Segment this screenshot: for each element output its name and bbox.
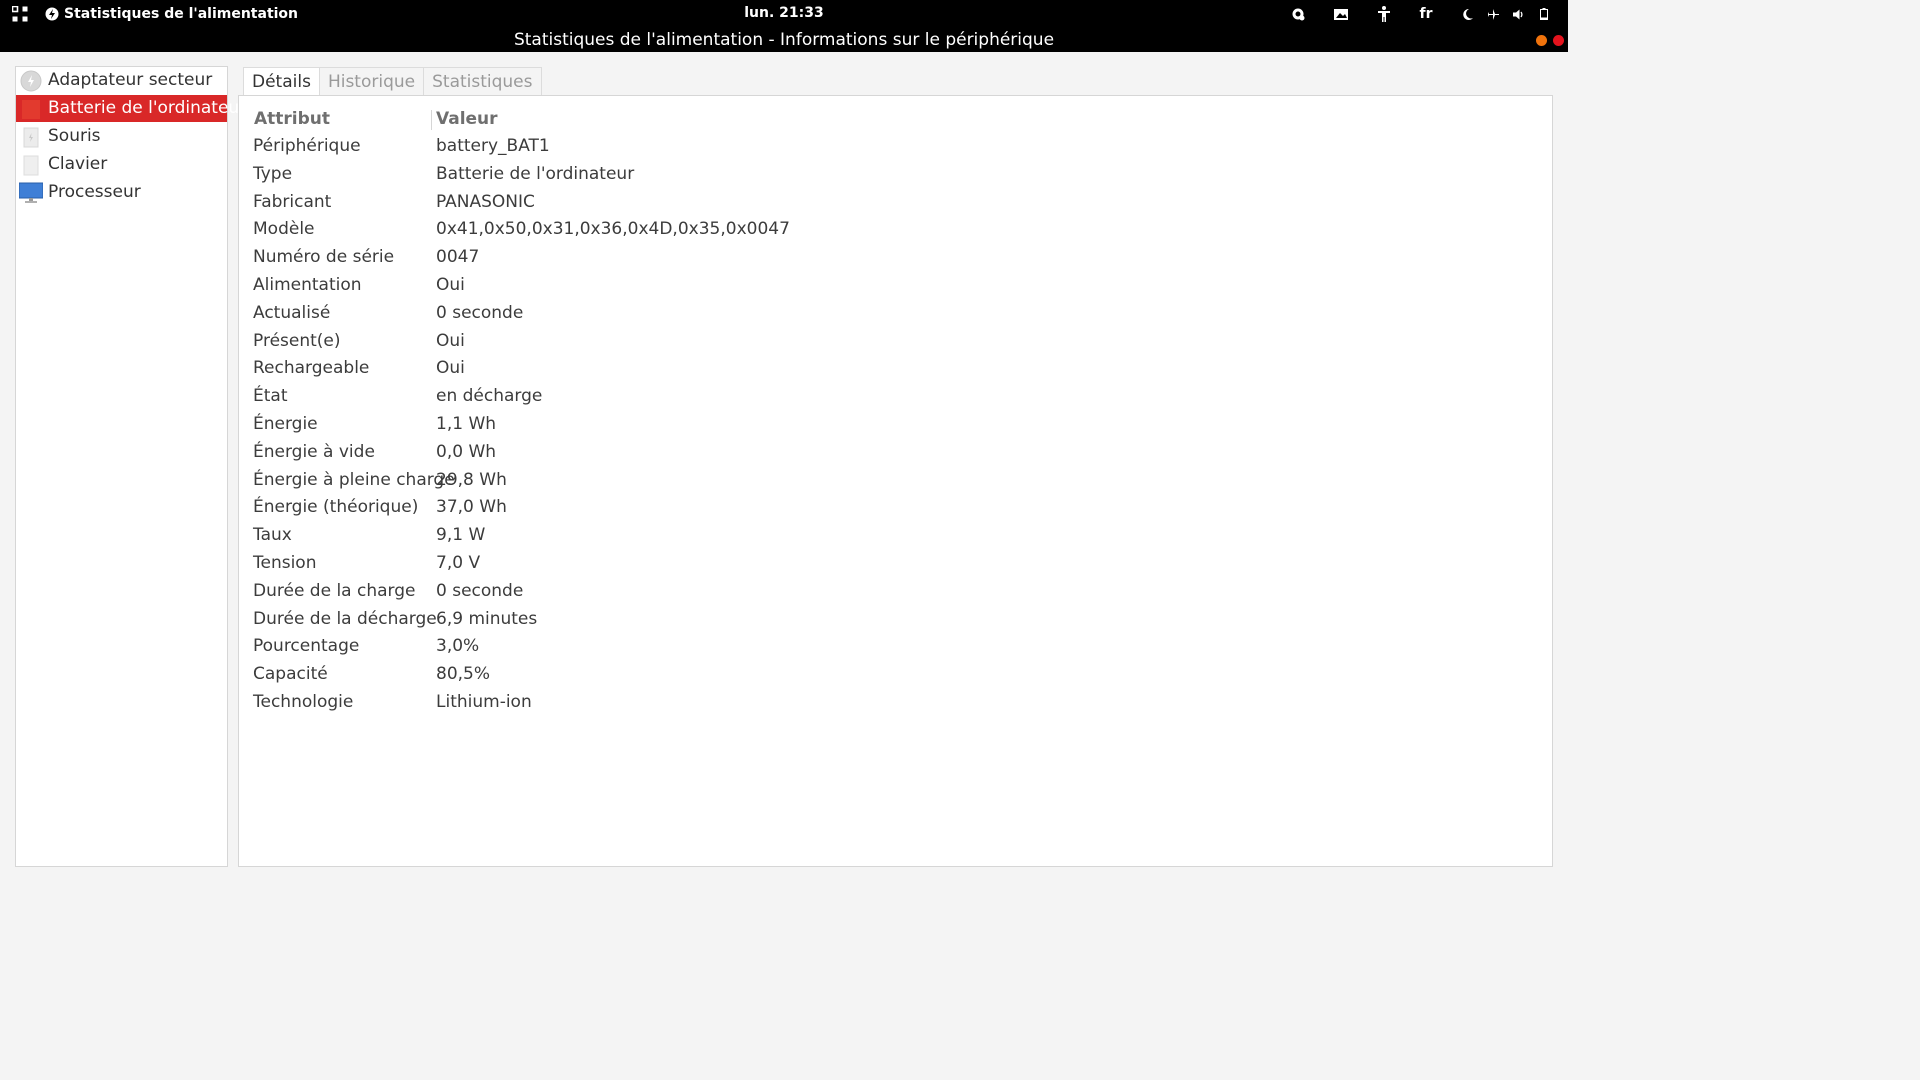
attribute-cell: Présent(e)	[253, 331, 341, 351]
volume-icon[interactable]	[1510, 4, 1528, 24]
value-cell: 6,9 minutes	[436, 609, 538, 629]
battery-icon[interactable]	[1537, 4, 1551, 24]
app-menu-label: Statistiques de l'alimentation	[64, 6, 299, 22]
attribute-cell: Durée de la décharge	[253, 609, 437, 629]
value-cell: 9,1 W	[436, 525, 486, 545]
value-cell: 1,1 Wh	[436, 414, 497, 434]
ac-adapter-icon	[20, 70, 42, 92]
sidebar-item-battery[interactable]: Batterie de l'ordinateur	[16, 95, 246, 122]
processor-monitor-icon	[19, 182, 43, 203]
clock[interactable]: lun. 21:33	[744, 5, 824, 21]
value-cell: Oui	[436, 331, 465, 351]
sidebar-item-label: Souris	[48, 126, 101, 146]
attribute-cell: Rechargeable	[253, 358, 370, 378]
attribute-cell: Capacité	[253, 664, 328, 684]
attribute-cell: Modèle	[253, 219, 315, 239]
sidebar-item-label: Clavier	[48, 154, 108, 174]
sidebar-item-mouse[interactable]: Souris	[16, 123, 227, 150]
window-titlebar[interactable]: Statistiques de l'alimentation - Informa…	[0, 28, 1568, 52]
attribute-cell: Énergie à pleine charge	[253, 470, 455, 490]
tab-history[interactable]: Historique	[318, 67, 425, 95]
sidebar-item-label: Processeur	[48, 182, 141, 202]
value-cell: 0x41,0x50,0x31,0x36,0x4D,0x35,0x0047	[436, 219, 790, 239]
attribute-cell: Taux	[253, 525, 292, 545]
value-cell: 0 seconde	[436, 581, 524, 601]
sidebar-item-label: Adaptateur secteur	[48, 70, 213, 90]
attribute-cell: Alimentation	[253, 275, 362, 295]
sidebar-item-ac-adapter[interactable]: Adaptateur secteur	[16, 67, 227, 94]
settings-icon[interactable]	[1288, 4, 1308, 24]
night-light-icon[interactable]	[1460, 4, 1476, 24]
column-header-value[interactable]: Valeur	[436, 109, 498, 129]
value-cell: 29,8 Wh	[436, 470, 507, 490]
tab-bar: Détails Historique Statistiques	[243, 67, 542, 95]
value-cell: Lithium-ion	[436, 692, 532, 712]
minimize-button[interactable]	[1536, 35, 1547, 46]
value-cell: battery_BAT1	[436, 136, 550, 156]
value-cell: 0,0 Wh	[436, 442, 497, 462]
mouse-battery-icon	[23, 127, 39, 148]
tab-statistics[interactable]: Statistiques	[423, 67, 542, 95]
attribute-cell: Technologie	[253, 692, 354, 712]
window-title: Statistiques de l'alimentation - Informa…	[513, 30, 1055, 50]
airplane-mode-icon[interactable]	[1485, 4, 1501, 24]
power-statistics-icon	[45, 7, 59, 21]
value-cell: PANASONIC	[436, 192, 535, 212]
value-cell: Batterie de l'ordinateur	[436, 164, 635, 184]
screenshot-icon[interactable]	[1331, 4, 1351, 24]
app-menu[interactable]: Statistiques de l'alimentation	[45, 5, 298, 23]
top-panel: Statistiques de l'alimentation lun. 21:3…	[0, 0, 1568, 28]
sidebar-item-label: Batterie de l'ordinateur	[48, 98, 247, 118]
battery-icon	[22, 100, 40, 119]
column-header-attribute[interactable]: Attribut	[254, 109, 330, 129]
value-cell: 80,5%	[436, 664, 491, 684]
sidebar-item-keyboard[interactable]: Clavier	[16, 151, 227, 178]
attribute-cell: Énergie à vide	[253, 442, 375, 462]
attribute-cell: Tension	[253, 553, 317, 573]
attribute-cell: Fabricant	[253, 192, 332, 212]
value-cell: 0047	[436, 247, 480, 267]
keyboard-battery-icon	[23, 155, 39, 176]
attribute-cell: État	[253, 386, 288, 406]
attribute-cell: Numéro de série	[253, 247, 395, 267]
attribute-cell: Périphérique	[253, 136, 361, 156]
value-cell: Oui	[436, 358, 465, 378]
activities-icon[interactable]	[11, 5, 29, 23]
device-list: Adaptateur secteur Batterie de l'ordinat…	[15, 66, 246, 867]
details-panel: Attribut Valeur Périphérique battery_BAT1…	[238, 95, 1553, 867]
value-cell: 37,0 Wh	[436, 497, 507, 517]
tab-details[interactable]: Détails	[243, 67, 320, 95]
accessibility-icon[interactable]	[1374, 4, 1394, 24]
attribute-cell: Actualisé	[253, 303, 331, 323]
attribute-cell: Énergie	[253, 414, 318, 434]
value-cell: en décharge	[436, 386, 543, 406]
value-cell: 0 seconde	[436, 303, 524, 323]
language-indicator[interactable]: fr	[1412, 4, 1440, 24]
value-cell: 7,0 V	[436, 553, 481, 573]
value-cell: 3,0%	[436, 636, 480, 656]
value-cell: Oui	[436, 275, 465, 295]
attribute-cell: Type	[253, 164, 293, 184]
attribute-cell: Durée de la charge	[253, 581, 416, 601]
attribute-cell: Énergie (théorique)	[253, 497, 419, 517]
sidebar-item-processor[interactable]: Processeur	[16, 179, 227, 206]
close-button[interactable]	[1553, 35, 1564, 46]
attribute-cell: Pourcentage	[253, 636, 360, 656]
column-separator	[431, 110, 432, 130]
